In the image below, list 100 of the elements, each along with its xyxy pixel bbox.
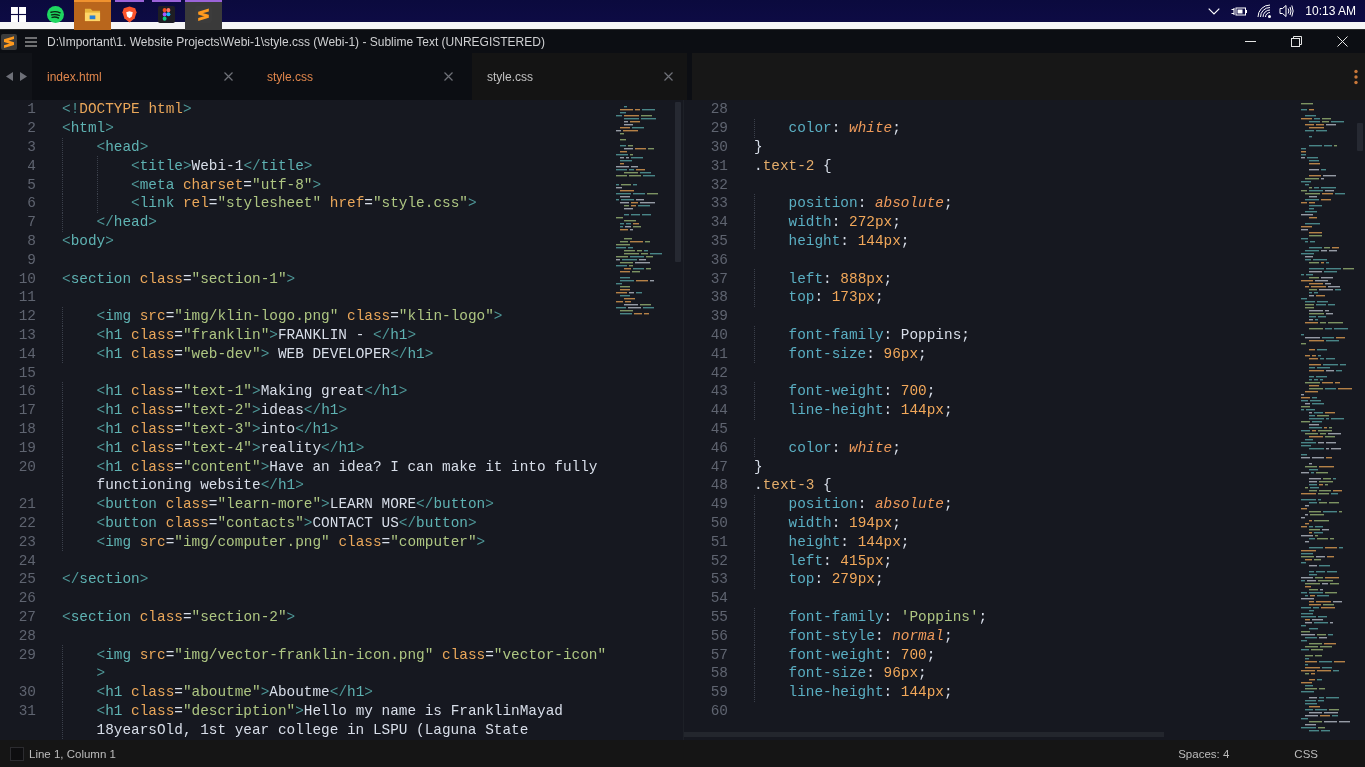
tab[interactable]: style.css — [252, 53, 467, 100]
code-line: width: 272px; — [788, 213, 901, 232]
close-icon[interactable] — [664, 72, 673, 81]
tab[interactable]: index.html — [32, 53, 247, 100]
code-line: > — [96, 664, 106, 683]
line-number: 27 — [17, 607, 36, 626]
line-number: 34 — [709, 213, 728, 232]
menu-icon[interactable] — [25, 36, 37, 47]
line-number: 40 — [709, 325, 728, 344]
line-number: 17 — [17, 401, 36, 420]
line-number: 59 — [709, 683, 728, 702]
code-line: left: 415px; — [788, 551, 893, 570]
code-line: line-height: 144px; — [788, 401, 953, 420]
indent-guide — [754, 118, 755, 138]
code-line: color: white; — [788, 119, 901, 138]
line-number: 22 — [17, 513, 36, 532]
code-line: <section class="section-2"> — [62, 607, 296, 626]
code-line: <h1 class="description">Hello my name is FranklinMayad — [96, 701, 563, 720]
battery-icon[interactable] — [1231, 5, 1248, 17]
line-number: 29 — [709, 119, 728, 138]
code-line: <html> — [62, 119, 114, 138]
line-number: 54 — [709, 589, 728, 608]
line-number: 28 — [709, 100, 728, 119]
right-arrow-icon[interactable] — [19, 72, 27, 81]
code-line: color: white; — [788, 438, 901, 457]
line-number: 2 — [26, 119, 36, 138]
code-line: font-weight: 700; — [788, 645, 936, 664]
chevron-icon[interactable] — [1208, 7, 1221, 15]
code-line: height: 144px; — [788, 532, 910, 551]
tab[interactable]: style.css — [472, 53, 687, 100]
line-number: 55 — [709, 607, 728, 626]
code-line: <h1 class="web-dev"> WEB DEVELOPER</h1> — [96, 344, 434, 363]
code-line: height: 144px; — [788, 231, 910, 250]
code-line: font-weight: 700; — [788, 382, 936, 401]
line-number: 53 — [709, 570, 728, 589]
more-icon[interactable] — [1354, 68, 1358, 85]
minimap[interactable] — [1300, 102, 1355, 734]
code-line: line-height: 144px; — [788, 683, 953, 702]
close-icon[interactable] — [224, 72, 233, 81]
line-number: 24 — [17, 551, 36, 570]
stripes-logo-icon — [1, 33, 17, 50]
line-number: 18 — [17, 419, 36, 438]
line-number: 9 — [26, 250, 36, 269]
line-number: 38 — [709, 288, 728, 307]
code-line: position: absolute; — [788, 495, 953, 514]
indent-guide — [754, 438, 755, 458]
line-number: 15 — [17, 363, 36, 382]
left-arrow-icon[interactable] — [5, 72, 13, 81]
code-line: font-style: normal; — [788, 626, 953, 645]
code-line: <body> — [62, 231, 114, 250]
code-line: <h1 class="franklin">FRANKLIN - </h1> — [96, 325, 417, 344]
line-number: 30 — [17, 683, 36, 702]
four-squares-icon — [11, 7, 26, 22]
line-number: 31 — [17, 701, 36, 720]
line-number: 4 — [26, 156, 36, 175]
line-number: 50 — [709, 513, 728, 532]
status-text[interactable]: CSS — [1294, 747, 1318, 760]
code-line: } — [754, 457, 763, 476]
line-number: 45 — [709, 419, 728, 438]
status-text[interactable]: Spaces: 4 — [1178, 747, 1230, 760]
line-number: 5 — [26, 175, 36, 194]
code-line: font-size: 96px; — [788, 664, 927, 683]
code-line: <head> — [96, 138, 149, 156]
line-number: 49 — [709, 495, 728, 514]
line-number: 51 — [709, 532, 728, 551]
line-number: 47 — [709, 457, 728, 476]
code-line: font-family: Poppins; — [788, 325, 970, 344]
code-line: <button class="contacts">CONTACT US</button> — [96, 513, 477, 532]
speaker-icon[interactable] — [1279, 4, 1295, 18]
line-number: 25 — [17, 570, 36, 589]
close-icon — [1336, 36, 1348, 47]
folder-icon — [84, 6, 101, 23]
line-number: 16 — [17, 382, 36, 401]
code-line: <h1 class="aboutme">Aboutme</h1> — [96, 683, 373, 702]
line-number: 57 — [709, 645, 728, 664]
code-line: <img src="img/klin-logo.png" class="klin-logo"> — [96, 307, 503, 326]
clock-text[interactable]: 10:13 AM — [1305, 4, 1356, 18]
code-line: <meta charset="utf-8"> — [131, 175, 322, 194]
wifi-icon[interactable] — [1257, 4, 1273, 18]
line-number: 14 — [17, 344, 36, 363]
line-number: 35 — [709, 231, 728, 250]
line-number: 1 — [26, 100, 36, 119]
code-line: } — [754, 138, 763, 156]
code-line: <h1 class="text-4">reality</h1> — [96, 438, 365, 457]
line-number: 33 — [709, 194, 728, 213]
code-line: <title>Webi-1</title> — [131, 156, 313, 175]
code-line: font-family: 'Poppins'; — [788, 607, 988, 626]
code-line: top: 173px; — [788, 288, 884, 307]
code-line: <img src="img/computer.png" class="computer"> — [96, 532, 486, 551]
line-number: 48 — [709, 476, 728, 495]
code-line: <h1 class="text-3">into</h1> — [96, 419, 339, 438]
line-number: 23 — [17, 532, 36, 551]
line-number: 58 — [709, 664, 728, 683]
code-line: top: 279px; — [788, 570, 884, 589]
line-number: 3 — [26, 138, 36, 156]
code-line: </head> — [96, 213, 157, 232]
status-text: Line 1, Column 1 — [29, 747, 116, 760]
line-number: 8 — [26, 231, 36, 250]
line-number: 30 — [709, 138, 728, 156]
close-icon[interactable] — [444, 72, 453, 81]
